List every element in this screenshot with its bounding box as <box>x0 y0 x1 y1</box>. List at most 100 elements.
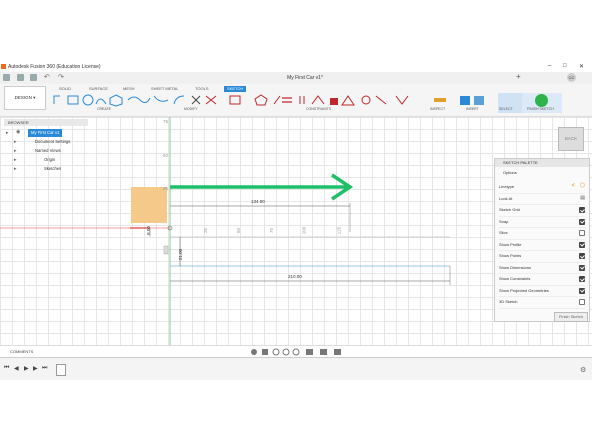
save-icon[interactable] <box>30 74 37 81</box>
ribbon-tool-icons <box>53 94 509 107</box>
centerpoint-icon[interactable]: ⬡ <box>580 181 585 192</box>
expand-icon[interactable]: ▸ <box>14 139 17 145</box>
fillet-icon <box>173 95 185 105</box>
show-points-checkbox[interactable] <box>579 253 585 259</box>
insert-canvas-icon <box>474 96 484 105</box>
last-step-icon[interactable]: ⏭ <box>42 365 47 372</box>
browser-root[interactable]: My First Car v1 <box>28 129 63 137</box>
parallel-icon <box>299 96 305 104</box>
display-settings-icon <box>306 349 313 355</box>
group-create[interactable]: CREATE <box>97 107 111 111</box>
viewports-icon <box>334 349 341 355</box>
dimension-134-label[interactable]: 134.00 <box>251 199 265 204</box>
3d-sketch-checkbox[interactable] <box>579 299 585 305</box>
avatar[interactable]: CC <box>567 73 576 82</box>
folder-icon[interactable] <box>17 74 24 81</box>
arc-icon <box>95 98 107 105</box>
project-icon <box>229 95 241 105</box>
maximize-icon[interactable]: □ <box>563 63 567 69</box>
browser-header[interactable]: BROWSER <box>4 119 88 126</box>
view-cube-label: BACK <box>564 136 578 141</box>
undo-icon[interactable]: ↶ <box>44 73 50 81</box>
show-profile-checkbox[interactable] <box>579 241 585 248</box>
measure-icon <box>434 98 446 102</box>
timeline-bar <box>0 357 592 380</box>
app-logo-icon <box>1 64 6 69</box>
construction-line-icon[interactable]: < <box>571 181 575 192</box>
ruler-h-100: 100 <box>301 226 307 235</box>
expand-icon[interactable]: ▸ <box>14 166 17 172</box>
show-constraints-checkbox[interactable] <box>579 276 585 282</box>
polygon-icon <box>109 94 123 107</box>
origin-box <box>131 187 167 223</box>
browser-item-named-views[interactable]: Named Views <box>35 147 61 155</box>
workspace-switcher[interactable]: DESIGN ▾ <box>4 86 46 110</box>
play-icon[interactable]: ▶ <box>24 365 29 372</box>
title-bar: Autodesk Fusion 360 (Education License) … <box>0 62 592 72</box>
next-step-icon[interactable]: ▶ <box>33 365 38 372</box>
ruler-h-25: 25 <box>203 227 209 234</box>
show-dimensions-checkbox[interactable] <box>579 264 585 271</box>
dimension-8-label[interactable]: 8.00 <box>146 226 151 235</box>
circle-icon <box>82 94 94 106</box>
ruler-v-25: 25 <box>163 186 169 191</box>
spline-icon <box>127 96 151 104</box>
browser-item-sketches[interactable]: Sketches <box>44 165 61 173</box>
group-inspect[interactable]: INSPECT <box>430 107 445 111</box>
palette-header[interactable]: SKETCH PALETTE <box>495 159 589 167</box>
look-at-icon[interactable]: ▤ <box>580 193 585 204</box>
manipulator-handle <box>163 245 169 255</box>
group-finish-sketch[interactable]: FINISH SKETCH <box>527 107 554 111</box>
expand-icon[interactable]: ▸ <box>6 130 9 136</box>
dimension-210-label[interactable]: 210.00 <box>288 274 302 279</box>
conic-icon <box>153 95 169 102</box>
document-tab[interactable]: My First Car v1* <box>265 73 345 83</box>
first-step-icon[interactable]: ⏮ <box>4 365 9 372</box>
comments-label: COMMENTS <box>10 349 34 354</box>
group-modify[interactable]: MODIFY <box>184 107 198 111</box>
slice-checkbox[interactable] <box>579 230 585 236</box>
insert-image-icon <box>460 96 470 105</box>
grid-menu-icon[interactable] <box>3 74 10 81</box>
redo-icon[interactable]: ↷ <box>58 73 64 81</box>
app-title: Autodesk Fusion 360 (Education License) <box>8 64 101 70</box>
pentagon-icon <box>254 94 268 106</box>
timeline-sketch-item[interactable] <box>56 364 66 376</box>
show-projected-geometries-checkbox[interactable] <box>579 287 585 294</box>
snap-checkbox[interactable] <box>579 218 585 225</box>
expand-icon[interactable]: ▸ <box>14 157 17 163</box>
sketch-grid-checkbox[interactable] <box>579 207 585 213</box>
minimize-icon[interactable]: – <box>548 63 551 69</box>
view-cube[interactable]: BACK <box>558 127 584 151</box>
close-icon[interactable]: ✕ <box>579 63 584 70</box>
navigation-toolbar <box>251 348 341 356</box>
expand-icon[interactable]: ▸ <box>14 148 17 154</box>
palette-row-3d-sketch: 3D Sketch <box>499 296 585 309</box>
finish-sketch-button[interactable]: Finish Sketch <box>554 312 588 322</box>
pan-icon <box>272 348 280 356</box>
add-tab-icon[interactable]: + <box>516 72 521 81</box>
equal-icon <box>282 97 292 103</box>
group-constraints[interactable]: CONSTRAINTS <box>306 107 331 111</box>
triangle-icon <box>341 95 355 106</box>
group-select[interactable]: SELECT <box>499 107 513 111</box>
line-icon <box>53 95 60 104</box>
previous-step-icon[interactable]: ◀ <box>14 365 19 372</box>
dimension-21-label[interactable]: 21.00 <box>178 249 183 260</box>
document-title: My First Car v1* <box>287 75 323 81</box>
sketch-palette: SKETCH PALETTE Options Linetype < ⬡ Look… <box>494 158 590 322</box>
ruler-h-50: 50 <box>236 227 242 234</box>
timeline-settings-gear-icon[interactable]: ⚙ <box>580 366 586 374</box>
break-icon <box>205 95 217 105</box>
zoom-icon <box>282 348 290 356</box>
perpendicular-icon <box>311 95 325 105</box>
trim-icon <box>191 95 201 105</box>
visibility-icon[interactable]: ◉ <box>16 129 20 135</box>
workspace-label: DESIGN <box>14 95 32 100</box>
browser-item-document-settings[interactable]: Document Settings <box>35 138 70 146</box>
group-insert[interactable]: INSERT <box>466 107 479 111</box>
concentric-icon <box>361 95 371 105</box>
palette-options-section[interactable]: Options <box>495 169 589 177</box>
browser-item-origin[interactable]: Origin <box>44 156 55 164</box>
ruler-v-50: 50 <box>163 153 169 158</box>
